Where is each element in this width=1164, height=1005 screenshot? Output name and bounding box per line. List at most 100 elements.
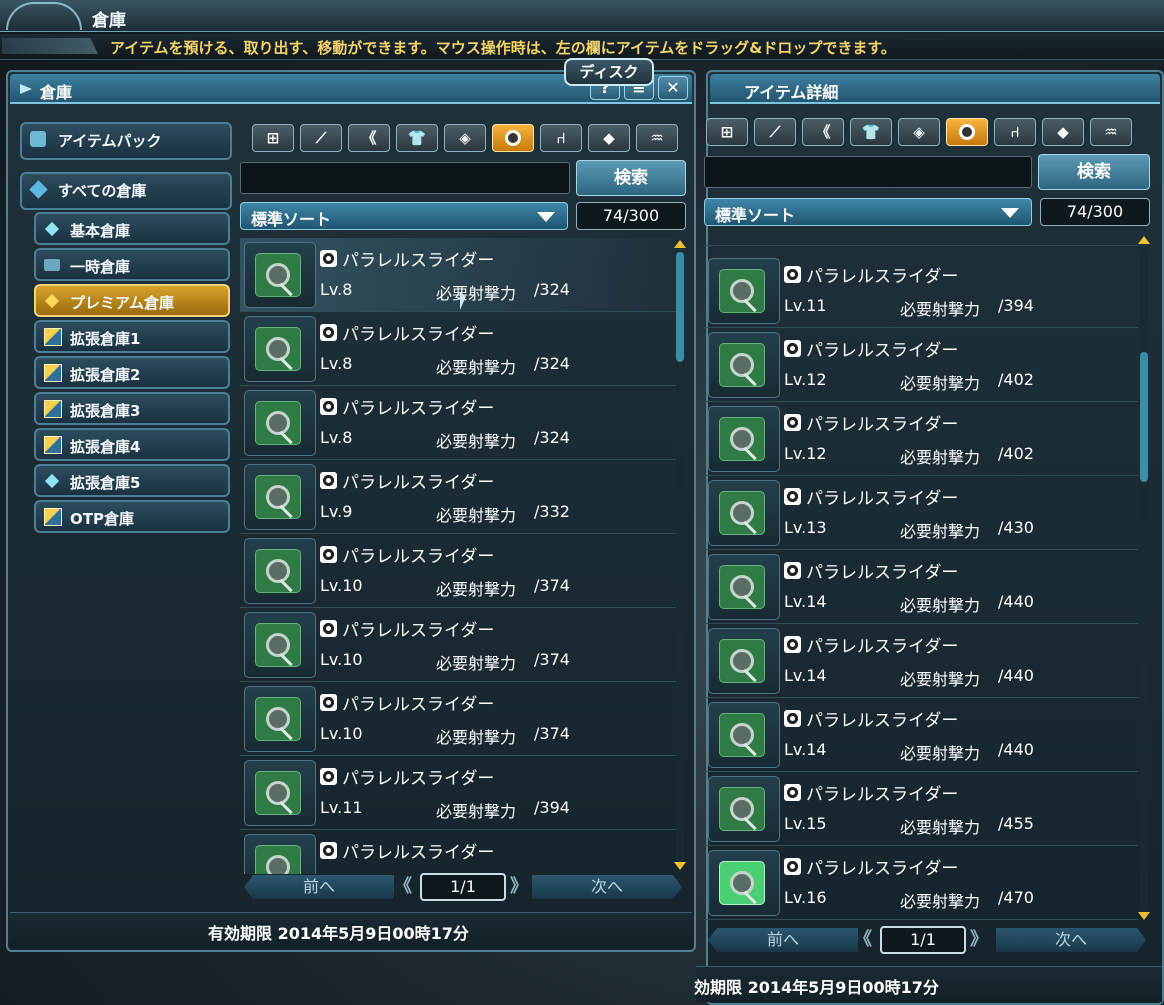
list-item[interactable]: パラレルスライダー Lv.10 必要射撃力 /374 [240, 608, 676, 682]
disc-item-icon [255, 845, 301, 874]
next-page-button[interactable]: 次へ [996, 928, 1146, 952]
sidebar-item-item-pack[interactable]: アイテムパック [20, 122, 232, 160]
scroll-down-icon[interactable] [674, 862, 686, 870]
item-name: パラレルスライダー [806, 415, 959, 435]
sidebar-item-basic[interactable]: 基本倉庫 [34, 212, 230, 245]
search-input[interactable] [240, 162, 570, 194]
tab-sword-icon[interactable]: ⟋ [754, 118, 796, 146]
pager: 前へ 《 1/1 》 次へ [708, 926, 1146, 954]
list-item[interactable]: パラレルスライダー Lv.10 必要射撃力 /374 [240, 534, 676, 608]
list-item[interactable]: パラレルスライダー Lv.14 必要射撃力 /440 [704, 550, 1138, 624]
list-item[interactable]: パラレルスライダー Lv.14 必要射撃力 /440 [704, 624, 1138, 698]
list-item[interactable]: パラレルスライダー Lv.11 必要射撃力 /394 [704, 254, 1138, 328]
tab-sword-icon[interactable]: ⟋ [300, 124, 342, 152]
list-item[interactable]: パラレルスライダー [240, 830, 676, 874]
scroll-down-icon[interactable] [1138, 912, 1150, 920]
list-item[interactable]: パラレルスライダー Lv.8 必要射撃力 /324 [240, 238, 676, 312]
tab-diamond-arrow-icon[interactable]: ◆ [1042, 118, 1084, 146]
sidebar-item-expansion-2[interactable]: 拡張倉庫2 [34, 356, 230, 389]
search-button[interactable]: 検索 [1038, 154, 1150, 190]
item-detail-titlebar[interactable]: アイテム詳細 [710, 74, 1160, 104]
prev-page-button[interactable]: 前へ [708, 928, 858, 952]
tab-shirt-icon[interactable]: 👕 [396, 124, 438, 152]
sidebar-item-expansion-1[interactable]: 拡張倉庫1 [34, 320, 230, 353]
close-button[interactable]: ✕ [658, 76, 688, 100]
sidebar-item-label: 拡張倉庫5 [70, 474, 141, 492]
page-title: 倉庫 [92, 11, 126, 31]
item-requirement-value: /332 [534, 502, 570, 521]
sidebar-item-label: OTP倉庫 [70, 510, 134, 528]
tab-twin-blade-icon[interactable]: 《 [802, 118, 844, 146]
sidebar-item-temporary[interactable]: 一時倉庫 [34, 248, 230, 281]
item-name: パラレルスライダー [342, 695, 495, 715]
tab-disc-icon[interactable] [946, 118, 988, 146]
item-name: パラレルスライダー [806, 711, 959, 731]
tab-bag-icon[interactable]: ♒ [636, 124, 678, 152]
list-item[interactable]: パラレルスライダー Lv.9 必要射撃力 /332 [240, 460, 676, 534]
sidebar-item-otp[interactable]: OTP倉庫 [34, 500, 230, 533]
sort-dropdown[interactable]: 標準ソート [704, 198, 1032, 226]
tab-chair-icon[interactable]: ⑁ [540, 124, 582, 152]
item-thumbnail [708, 702, 780, 768]
disc-icon [784, 414, 801, 431]
tab-twin-blade-icon[interactable]: 《 [348, 124, 390, 152]
scroll-up-icon[interactable] [674, 240, 686, 248]
scroll-up-icon[interactable] [1138, 236, 1150, 244]
item-requirement-value: /374 [534, 576, 570, 595]
tab-shirt-icon[interactable]: 👕 [850, 118, 892, 146]
sidebar-item-expansion-3[interactable]: 拡張倉庫3 [34, 392, 230, 425]
list-item[interactable]: パラレルスライダー Lv.8 必要射撃力 /324 [240, 312, 676, 386]
chevron-left-icon: 《 [394, 876, 412, 897]
sort-label: 標準ソート [715, 206, 796, 225]
tab-tag-icon[interactable]: ◈ [898, 118, 940, 146]
emblem-icon [6, 2, 82, 30]
tab-all-icon[interactable]: ⊞ [706, 118, 748, 146]
item-name: パラレルスライダー [806, 267, 959, 287]
item-thumbnail [244, 760, 316, 826]
item-level: Lv.14 [784, 592, 827, 611]
item-name: パラレルスライダー [342, 251, 495, 271]
search-input[interactable] [704, 156, 1032, 188]
scrollbar[interactable] [1140, 248, 1148, 912]
tab-bag-icon[interactable]: ♒ [1090, 118, 1132, 146]
item-name: パラレルスライダー [342, 843, 495, 863]
search-button[interactable]: 検索 [576, 160, 686, 196]
sidebar-item-expansion-4[interactable]: 拡張倉庫4 [34, 428, 230, 461]
sidebar-item-premium[interactable]: プレミアム倉庫 [34, 284, 230, 317]
item-requirement: 必要射撃力 [900, 374, 981, 393]
item-level: Lv.16 [784, 888, 827, 907]
sort-dropdown[interactable]: 標準ソート [240, 202, 568, 230]
sidebar-item-expansion-5[interactable]: 拡張倉庫5 [34, 464, 230, 497]
list-item[interactable]: パラレルスライダー Lv.16 必要射撃力 /470 [704, 846, 1138, 920]
list-item[interactable]: パラレルスライダー Lv.13 必要射撃力 /430 [704, 476, 1138, 550]
item-requirement-value: /394 [998, 296, 1034, 315]
item-requirement-value: /455 [998, 814, 1034, 833]
list-item[interactable]: パラレルスライダー Lv.14 必要射撃力 /440 [704, 698, 1138, 772]
tab-diamond-arrow-icon[interactable]: ◆ [588, 124, 630, 152]
list-item[interactable]: パラレルスライダー Lv.15 必要射撃力 /455 [704, 772, 1138, 846]
item-name: パラレルスライダー [806, 859, 959, 879]
next-page-button[interactable]: 次へ [532, 875, 682, 899]
item-name: パラレルスライダー [806, 785, 959, 805]
tab-chair-icon[interactable]: ⑁ [994, 118, 1036, 146]
item-requirement: 必要射撃力 [900, 670, 981, 689]
expiry-text: 有効期限 2014年5月9日00時17分 [208, 924, 469, 943]
tab-disc-icon[interactable] [492, 124, 534, 152]
list-item[interactable]: パラレルスライダー Lv.10 必要射撃力 /374 [240, 682, 676, 756]
list-item[interactable]: パラレルスライダー Lv.12 必要射撃力 /402 [704, 328, 1138, 402]
list-item[interactable]: パラレルスライダー Lv.8 必要射撃力 /324 [240, 386, 676, 460]
disc-icon [320, 546, 337, 563]
scrollbar-thumb[interactable] [676, 252, 684, 362]
scrollbar-thumb[interactable] [1140, 352, 1148, 482]
tab-tag-icon[interactable]: ◈ [444, 124, 486, 152]
tab-all-icon[interactable]: ⊞ [252, 124, 294, 152]
disc-item-icon [719, 713, 765, 757]
list-item[interactable]: パラレルスライダー Lv.12 必要射撃力 /402 [704, 402, 1138, 476]
list-item[interactable]: パラレルスライダー Lv.11 必要射撃力 /394 [240, 756, 676, 830]
page-indicator: 1/1 [880, 926, 966, 954]
item-requirement-value: /440 [998, 740, 1034, 759]
sidebar-item-all-storage[interactable]: すべての倉庫 [20, 172, 232, 210]
scrollbar[interactable] [676, 252, 684, 862]
item-requirement: 必要射撃力 [436, 728, 517, 747]
prev-page-button[interactable]: 前へ [244, 875, 394, 899]
